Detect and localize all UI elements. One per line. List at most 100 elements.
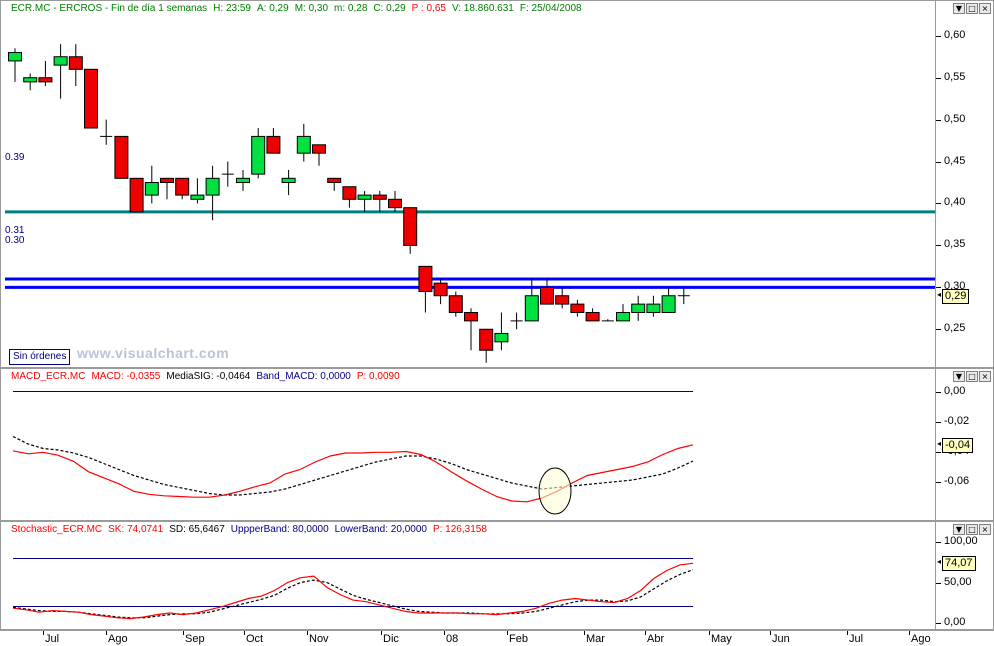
macd-signal-line — [12, 435, 694, 496]
close-icon[interactable]: × — [979, 371, 991, 382]
sin-ordenes-button[interactable]: Sin órdenes — [9, 349, 71, 365]
month-label: Jul — [849, 633, 864, 645]
y-tick-mark — [936, 77, 941, 79]
stochastic-panel[interactable]: Stochastic_ECR.MC SK: 74,0741 SD: 65,6467 U… — [0, 521, 936, 630]
y-tick-label: 100,00 — [944, 535, 978, 548]
stochastic-sk-line — [12, 562, 694, 620]
y-tick-mark — [936, 391, 941, 393]
candle-body — [448, 295, 463, 313]
candle-body — [418, 265, 433, 293]
y-tick-mark — [936, 421, 941, 423]
macd-axis-buttons: ▼ □ × — [953, 371, 991, 382]
candle-body — [357, 194, 372, 200]
y-tick-label: -0,02 — [944, 414, 970, 427]
y-tick-mark — [936, 287, 941, 289]
month-tick — [709, 631, 710, 635]
y-tick-mark — [936, 245, 941, 247]
candle-body — [236, 177, 250, 184]
y-tick-label: 50,00 — [944, 575, 972, 588]
price-panel[interactable]: ECR.MC - ERCROS - Fin de día 1 semanas H:… — [0, 0, 936, 368]
candle-body — [388, 198, 402, 209]
month-label: May — [711, 633, 732, 645]
y-tick-label: 0,45 — [944, 154, 966, 167]
last-value-badge: 74,07 — [942, 556, 976, 572]
month-tick — [381, 631, 382, 635]
y-tick-label: 0,50 — [944, 112, 966, 125]
y-tick-label: -0,06 — [944, 474, 970, 487]
month-tick — [770, 631, 771, 635]
crossover-annotation-circle — [538, 467, 572, 515]
minimize-icon[interactable]: ▼ — [953, 524, 965, 535]
y-tick-label: 0,40 — [944, 196, 966, 209]
month-tick — [183, 631, 184, 635]
candle-body — [585, 311, 600, 322]
last-value-badge: -0,04 — [942, 437, 974, 453]
candle-body — [84, 68, 98, 129]
candle-body — [23, 77, 38, 83]
level-label-039: 0.39 — [5, 152, 25, 163]
candle-body — [251, 135, 266, 175]
month-label: Oct — [246, 633, 264, 645]
last-value-arrow-icon: ◂ — [937, 289, 942, 299]
candle-body — [205, 177, 220, 196]
price-axis: ▼ □ × 0,60 0,55 0,50 0,45 0,40 0,35 0,30 0,25 0,… — [936, 0, 994, 368]
candle-body — [266, 135, 281, 154]
last-value-arrow-icon: ◂ — [937, 438, 942, 448]
candle-body — [312, 144, 326, 154]
macd-panel[interactable]: MACD_ECR.MC MACD: -0,0355 MediaSIG: -0,046… — [0, 368, 936, 521]
month-tick — [43, 631, 44, 635]
level-label-030: 0.30 — [5, 235, 25, 246]
y-tick-mark — [936, 622, 941, 624]
last-value-arrow-icon: ◂ — [937, 557, 942, 567]
y-tick-mark — [936, 35, 941, 37]
maximize-icon[interactable]: □ — [966, 524, 978, 535]
stochastic-axis-buttons: ▼ □ × — [953, 524, 991, 535]
macd-line — [12, 444, 694, 503]
month-label: Mar — [586, 633, 605, 645]
candle-body — [403, 207, 418, 246]
month-label: Jul — [45, 633, 60, 645]
close-icon[interactable]: × — [979, 524, 991, 535]
y-tick-label: 0,25 — [944, 322, 966, 335]
maximize-icon[interactable]: □ — [966, 371, 978, 382]
y-tick-label: 0,00 — [944, 384, 966, 397]
candle-body — [646, 303, 661, 313]
y-tick-mark — [936, 203, 941, 205]
candle-body — [494, 332, 509, 343]
month-tick — [106, 631, 107, 635]
stochastic-chart — [12, 557, 694, 620]
candle-body — [175, 177, 190, 196]
y-tick-label: 0,60 — [944, 28, 966, 41]
candle-body — [114, 135, 129, 179]
month-label: Sep — [185, 633, 205, 645]
candle-body — [190, 194, 205, 200]
y-tick-mark — [936, 542, 941, 544]
month-tick — [645, 631, 646, 635]
candle-body — [129, 177, 144, 213]
y-tick-mark — [936, 119, 941, 121]
stochastic-sd-line — [12, 569, 694, 619]
candle-body — [327, 177, 342, 184]
candle-body — [464, 311, 478, 322]
close-icon[interactable]: × — [979, 3, 991, 14]
month-label: Dic — [383, 633, 399, 645]
minimize-icon[interactable]: ▼ — [953, 3, 965, 14]
last-value-badge: 0,29 — [942, 288, 970, 304]
macd-chart — [12, 391, 694, 515]
y-tick-mark — [936, 481, 941, 483]
maximize-icon[interactable]: □ — [966, 3, 978, 14]
month-tick — [307, 631, 308, 635]
candle-body — [555, 295, 570, 305]
candle-body — [53, 56, 68, 66]
candle-body — [524, 295, 539, 322]
candle-body — [296, 135, 311, 154]
candle-body — [281, 177, 296, 184]
minimize-icon[interactable]: ▼ — [953, 371, 965, 382]
y-tick-mark — [936, 451, 941, 453]
month-tick — [909, 631, 910, 635]
watermark: www.visualchart.com — [77, 345, 230, 361]
candle-body — [570, 303, 585, 313]
price-axis-buttons: ▼ □ × — [953, 3, 991, 14]
candle-body — [144, 182, 159, 196]
candle-body — [38, 77, 53, 83]
